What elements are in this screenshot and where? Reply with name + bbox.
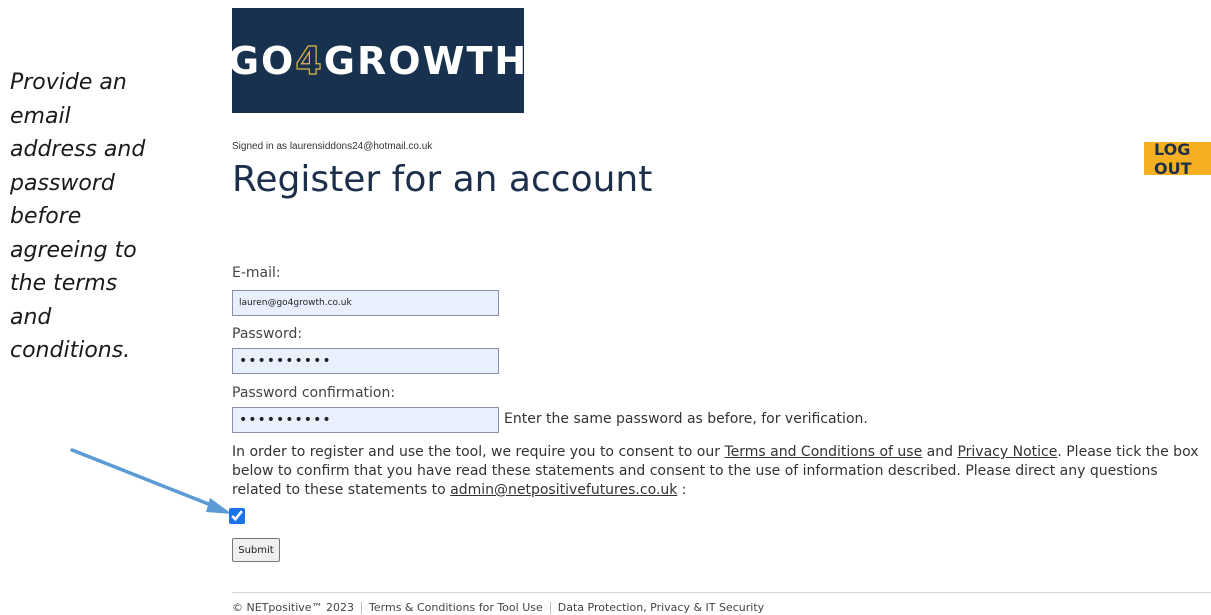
footer-terms-link[interactable]: Terms & Conditions for Tool Use: [369, 601, 543, 614]
annotation-line: password: [10, 170, 115, 196]
annotation-line: address and: [10, 137, 146, 162]
logo-text-four: 4: [295, 38, 324, 83]
footer: © NETpositive™ 2023 Terms & Conditions f…: [232, 601, 764, 614]
annotation-line: the terms: [10, 271, 118, 296]
consent-statement: In order to register and use the tool, w…: [232, 443, 1207, 500]
password-confirm-helptext: Enter the same password as before, for v…: [504, 411, 868, 427]
footer-separator: [549, 601, 551, 614]
logo-text-go: GO: [227, 38, 296, 83]
logo-text-growth: GROWTH: [323, 38, 529, 83]
annotation-line: before: [10, 204, 82, 229]
email-label: E-mail:: [232, 265, 281, 281]
consent-checkbox[interactable]: [229, 508, 245, 524]
submit-button[interactable]: Submit: [232, 538, 280, 562]
annotation-line: email: [10, 103, 71, 129]
annotation-line: and: [10, 304, 52, 330]
password-confirm-field[interactable]: [232, 407, 499, 433]
page-title: Register for an account: [232, 159, 653, 200]
consent-text: and: [922, 444, 958, 460]
signed-in-status: Signed in as laurensiddons24@hotmail.co.…: [232, 141, 433, 152]
consent-text: :: [677, 482, 687, 498]
terms-link[interactable]: Terms and Conditions of use: [724, 444, 922, 460]
password-field[interactable]: [232, 348, 499, 374]
privacy-notice-link[interactable]: Privacy Notice: [957, 444, 1057, 460]
admin-email-link[interactable]: admin@netpositivefutures.co.uk: [450, 482, 677, 498]
annotation-line: Provide an: [10, 70, 127, 95]
annotation-arrow-icon: [70, 448, 232, 514]
footer-divider: [232, 592, 1211, 593]
go4growth-logo: GO 4 GROWTH: [228, 8, 526, 113]
email-field[interactable]: [232, 290, 499, 316]
logout-button[interactable]: LOG OUT: [1144, 140, 1211, 178]
annotation-line: conditions.: [10, 338, 131, 363]
annotation-line: agreeing to: [10, 237, 137, 263]
footer-separator: [361, 601, 363, 614]
instruction-annotation: Provide an email address and password be…: [10, 66, 180, 368]
consent-text: In order to register and use the tool, w…: [232, 444, 725, 460]
copyright-text: © NETpositive™ 2023: [232, 601, 355, 614]
password-confirm-label: Password confirmation:: [232, 385, 396, 401]
password-label: Password:: [232, 326, 303, 342]
footer-privacy-link[interactable]: Data Protection, Privacy & IT Security: [558, 601, 764, 614]
